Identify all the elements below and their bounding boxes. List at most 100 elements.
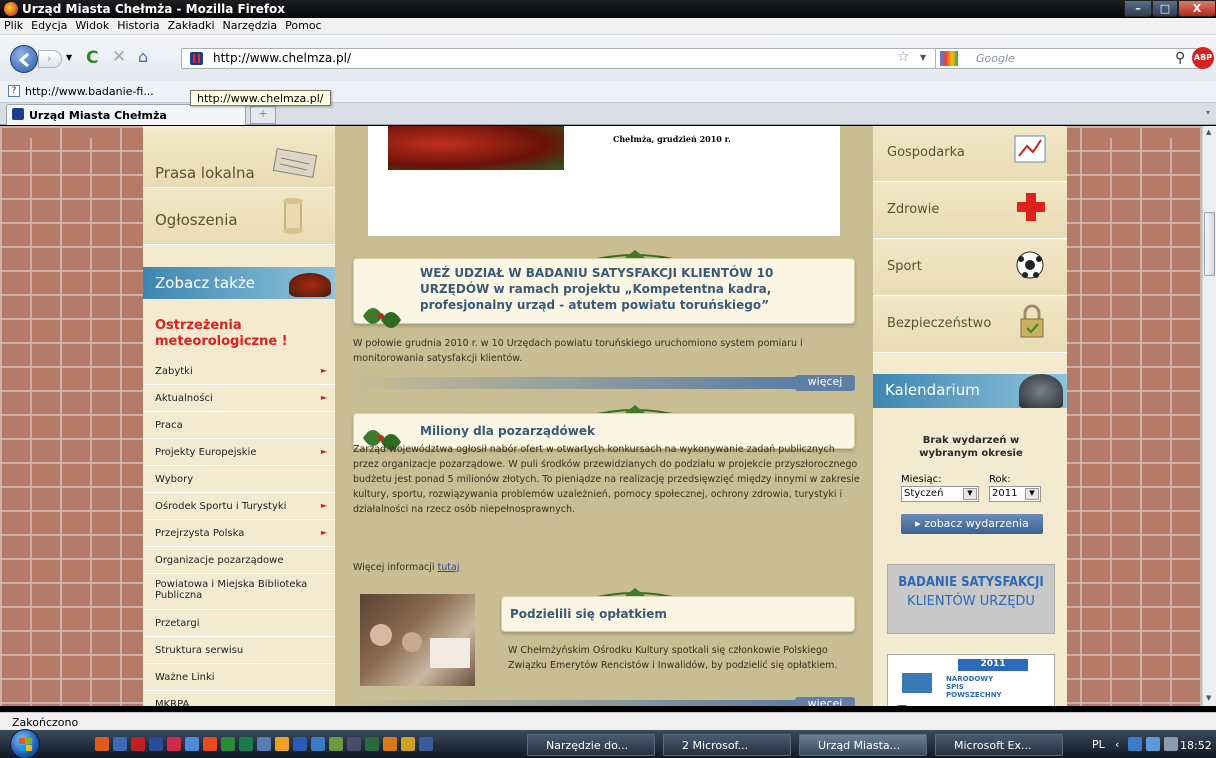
scroll-thumb[interactable] <box>1204 212 1215 276</box>
article3-photo[interactable] <box>360 594 475 686</box>
search-go-icon[interactable]: ⚲ <box>1175 50 1185 66</box>
ostrzezenia-link[interactable]: Ostrzeżenia meteorologiczne ! <box>155 318 327 350</box>
left-menu-item[interactable]: Wybory <box>143 467 335 493</box>
language-indicator[interactable]: PL <box>1092 738 1105 751</box>
left-menu-item[interactable]: Struktura serwisu <box>143 638 335 664</box>
ogloszenia-box[interactable]: Ogłoszenia <box>143 189 335 245</box>
url-dropdown-icon[interactable]: ▼ <box>920 53 926 62</box>
quicklaunch-icon[interactable] <box>293 737 307 751</box>
quicklaunch-icon[interactable] <box>239 737 253 751</box>
sport-box[interactable]: Sport <box>873 240 1067 296</box>
month-dropdown-icon[interactable]: ▼ <box>963 488 977 500</box>
menu-plik[interactable]: Plik <box>0 18 27 33</box>
quicklaunch-icon[interactable] <box>329 737 343 751</box>
month-select[interactable]: Styczeń ▼ <box>901 486 979 502</box>
adblock-icon[interactable]: ABP <box>1192 47 1214 69</box>
minimize-button[interactable]: – <box>1124 0 1152 17</box>
quicklaunch-icon[interactable] <box>257 737 271 751</box>
zobacz-wydarzenia-button[interactable]: ▸ zobacz wydarzenia <box>901 514 1043 534</box>
year-select[interactable]: 2011 ▼ <box>989 486 1041 502</box>
taskbar-item-narzedzie[interactable]: Narzędzie do... <box>527 734 655 756</box>
left-menu-item[interactable]: Ośrodek Sportu i Turystyki ► <box>143 494 335 520</box>
left-menu-item[interactable]: Przetargi <box>143 611 335 637</box>
back-button[interactable] <box>10 45 38 73</box>
tray-icon[interactable] <box>1128 737 1142 751</box>
menu-edycja[interactable]: Edycja <box>27 18 71 33</box>
quicklaunch-icon[interactable] <box>347 737 361 751</box>
article3-more-button[interactable]: więcej <box>795 697 855 706</box>
quicklaunch-icon[interactable] <box>113 737 127 751</box>
quicklaunch-icon[interactable] <box>401 737 415 751</box>
menu-narzedzia[interactable]: Narzędzia <box>219 18 282 33</box>
article1-more-button[interactable]: więcej <box>795 375 855 391</box>
forward-button[interactable]: › <box>38 50 62 68</box>
arrow-right-icon: ► <box>320 528 327 537</box>
search-input[interactable]: Google <box>976 52 1015 65</box>
menu-widok[interactable]: Widok <box>71 18 113 33</box>
gospodarka-box[interactable]: Gospodarka <box>873 126 1067 182</box>
quicklaunch-icon[interactable] <box>203 737 217 751</box>
article1-title[interactable]: WEŹ UDZIAŁ W BADANIU SATYSFAKCJI KLIENTÓ… <box>420 265 820 313</box>
quicklaunch-icon[interactable] <box>383 737 397 751</box>
year-dropdown-icon[interactable]: ▼ <box>1025 488 1039 500</box>
gifts-image <box>388 126 564 170</box>
article2-link[interactable]: tutaj <box>438 562 460 573</box>
quicklaunch-icon[interactable] <box>185 737 199 751</box>
zdrowie-box[interactable]: Zdrowie <box>873 183 1067 239</box>
search-engine-icon[interactable] <box>940 51 958 66</box>
start-button[interactable] <box>10 729 40 758</box>
left-menu-item[interactable]: Projekty Europejskie ► <box>143 440 335 466</box>
volume-icon[interactable] <box>1164 737 1178 751</box>
left-menu-item[interactable]: Aktualności ► <box>143 386 335 412</box>
taskbar-item-microsoft-word[interactable]: 2 Microsof... <box>663 734 791 756</box>
reload-icon[interactable]: C <box>86 48 98 68</box>
vertical-scrollbar[interactable]: ▲ ▼ <box>1202 126 1216 706</box>
url-text[interactable]: http://www.chelmza.pl/ <box>213 51 351 65</box>
taskbar-item-firefox[interactable]: Urząd Miasta... <box>799 734 927 756</box>
prasa-lokalna-box[interactable]: Prasa lokalna <box>143 132 335 188</box>
menu-pomoc[interactable]: Pomoc <box>281 18 325 33</box>
spis-powszechny-banner[interactable]: 2011 NARODOWYSPISPOWSZECHNY gus <box>887 654 1055 706</box>
scroll-up-icon[interactable]: ▲ <box>1206 128 1211 136</box>
bookmark-item[interactable]: http://www.badanie-fi... <box>25 85 154 98</box>
quicklaunch-icon[interactable] <box>275 737 289 751</box>
left-menu-item[interactable]: Organizacje pozarządowe <box>143 548 335 574</box>
clock[interactable]: 18:52 <box>1180 739 1212 752</box>
tab-active[interactable]: Urząd Miasta Chełmża <box>6 104 246 125</box>
window-titlebar[interactable]: Urząd Miasta Chełmża - Mozilla Firefox –… <box>0 0 1216 18</box>
menu-historia[interactable]: Historia <box>113 18 163 33</box>
article3-title[interactable]: Podzielili się opłatkiem <box>510 607 667 621</box>
quicklaunch-icon[interactable] <box>167 737 181 751</box>
quicklaunch-icon[interactable] <box>221 737 235 751</box>
left-menu-item[interactable]: Przejrzysta Polska ► <box>143 521 335 547</box>
bezpieczenstwo-box[interactable]: Bezpieczeństwo <box>873 297 1067 353</box>
taskbar-item-excel[interactable]: Microsoft Ex... <box>935 734 1063 756</box>
quicklaunch-icon[interactable] <box>131 737 145 751</box>
maximize-button[interactable]: □ <box>1152 0 1178 17</box>
left-menu-item[interactable]: Ważne Linki <box>143 665 335 691</box>
left-menu-item[interactable]: Powiatowa i Miejska Biblioteka Publiczna <box>143 575 335 610</box>
arrow-right-icon: ► <box>320 447 327 456</box>
quicklaunch-icon[interactable] <box>149 737 163 751</box>
close-button[interactable]: X <box>1178 0 1216 17</box>
quicklaunch-icon[interactable] <box>95 737 109 751</box>
page-viewport[interactable]: Prasa lokalna Ogłoszenia Zobacz także Os… <box>0 126 1202 706</box>
new-tab-button[interactable]: + <box>250 106 276 124</box>
home-icon[interactable]: ⌂ <box>138 47 148 66</box>
scroll-down-icon[interactable]: ▼ <box>1206 694 1211 702</box>
left-menu-item[interactable]: Zabytki ► <box>143 359 335 385</box>
quicklaunch-icon[interactable] <box>365 737 379 751</box>
tab-list-icon[interactable]: ▾ <box>1206 108 1210 117</box>
badanie-satysfakcji-banner[interactable]: BADANIE SATYSFAKCJI KLIENTÓW URZĘDU <box>887 564 1055 634</box>
bookmark-star-icon[interactable]: ☆ <box>897 49 910 65</box>
left-menu-item[interactable]: MKRPA <box>143 692 335 706</box>
article2-title[interactable]: Miliony dla pozarządówek <box>420 424 595 438</box>
quicklaunch-icon[interactable] <box>311 737 325 751</box>
tray-icon[interactable] <box>1146 737 1160 751</box>
menu-zakladki[interactable]: Zakładki <box>164 18 219 33</box>
left-menu-item[interactable]: Praca <box>143 413 335 439</box>
tray-expand-icon[interactable]: ‹ <box>1115 738 1119 751</box>
stop-icon[interactable]: ✕ <box>112 47 126 67</box>
history-dropdown-icon[interactable]: ▼ <box>66 53 72 62</box>
quicklaunch-icon[interactable] <box>419 737 433 751</box>
